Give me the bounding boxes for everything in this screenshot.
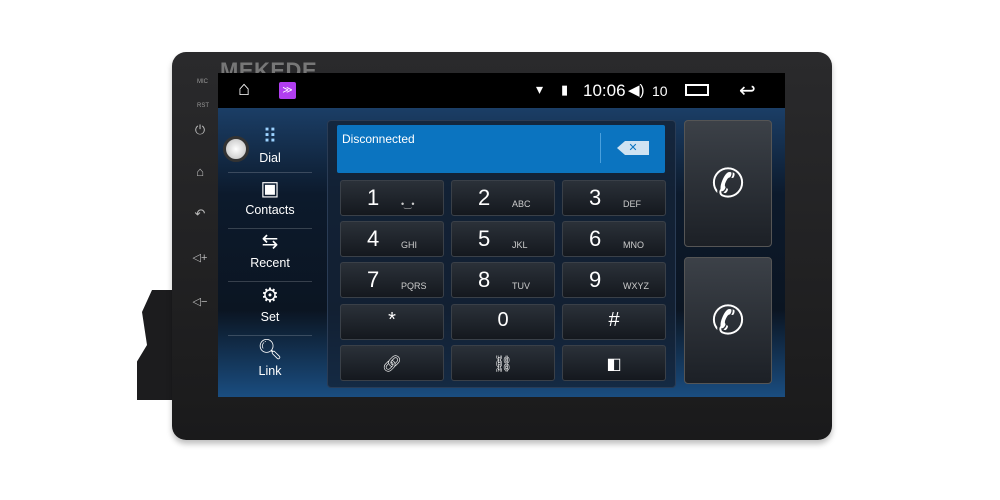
call-icon: ✆ <box>711 162 745 206</box>
sidebar-item-label: Link <box>258 364 282 378</box>
dialer-app: ⠿ Dial ▣ Contacts ⇆ Recent ⚙ Set 🔍︎ Link Disc… <box>218 108 785 397</box>
key-3[interactable]: 3 DEF <box>562 180 666 216</box>
key-letters: PQRS <box>401 281 427 291</box>
key-7[interactable]: 7 PQRS <box>340 262 444 298</box>
sim-icon: ▮ <box>561 82 569 97</box>
dialpad-panel: Disconnected ✕ 1 •‿• 2 ABC 3 DEF 4 GHI 5 JKL 6 MNO 7… <box>327 120 676 388</box>
home-icon[interactable]: ⌂ <box>238 78 250 101</box>
key-0[interactable]: 0 <box>451 304 555 340</box>
call-button[interactable]: ✆ <box>684 120 772 247</box>
key-6[interactable]: 6 MNO <box>562 221 666 257</box>
key-4[interactable]: 4 GHI <box>340 221 444 257</box>
voice-transfer-icon: ◧ <box>606 356 622 373</box>
key-digit: 5 <box>478 226 491 251</box>
key-digit: 3 <box>589 185 602 210</box>
rst-label: RST <box>197 103 209 109</box>
sidebar-item-recent[interactable]: ⇆ Recent <box>228 230 312 282</box>
sidebar-item-link[interactable]: 🔍︎ Link <box>228 338 312 390</box>
screen: ⌂ ≫ ▾ ▮ 10:06 ◀) 10 ↩ ⠿ Dial ▣ Contacts ⇆ R… <box>218 73 785 397</box>
key-2[interactable]: 2 ABC <box>451 180 555 216</box>
key-letters: JKL <box>512 240 528 250</box>
sidebar-item-contacts[interactable]: ▣ Contacts <box>228 177 312 229</box>
sidebar-item-label: Set <box>260 310 280 324</box>
mic-label: MIC <box>197 79 208 85</box>
clock: 10:06 <box>583 81 626 100</box>
key-digit: 4 <box>367 226 380 251</box>
contacts-icon: ▣ <box>260 178 280 200</box>
key-5[interactable]: 5 JKL <box>451 221 555 257</box>
search-icon: 🔍︎ <box>257 339 283 361</box>
gear-icon: ⚙ <box>261 285 279 307</box>
status-bar: ⌂ ≫ ▾ ▮ 10:06 ◀) 10 ↩ <box>218 73 785 108</box>
key-#[interactable]: # <box>562 304 666 340</box>
key-digit: 6 <box>589 226 602 251</box>
back-icon[interactable]: ↶ <box>192 206 208 222</box>
hangup-icon: ✆ <box>711 299 745 343</box>
dialpad-icon: ⠿ <box>262 126 278 148</box>
key-digit: # <box>608 309 620 331</box>
link-icon: 🔗︎ <box>381 356 403 373</box>
key-*[interactable]: * <box>340 304 444 340</box>
volume-level: 10 <box>652 83 668 99</box>
key-letters: MNO <box>623 240 644 250</box>
key-1[interactable]: 1 •‿• <box>340 180 444 216</box>
wifi-icon: ▾ <box>536 81 544 97</box>
backspace-button[interactable]: ✕ <box>617 141 649 155</box>
key-8[interactable]: 8 TUV <box>451 262 555 298</box>
recent-calls-icon: ⇆ <box>261 231 279 253</box>
sidebar-item-label: Recent <box>250 256 290 270</box>
key-digit: 9 <box>589 267 602 292</box>
recent-apps-icon[interactable] <box>685 84 709 96</box>
sidebar-item-label: Contacts <box>245 203 295 217</box>
app-icon[interactable]: ≫ <box>279 82 296 99</box>
volume-icon: ◀) <box>628 82 645 99</box>
unlink-button[interactable]: ⛓︎ <box>451 345 555 381</box>
key-letters: ABC <box>512 199 531 209</box>
sidebar-item-set[interactable]: ⚙ Set <box>228 284 312 336</box>
link-button[interactable]: 🔗︎ <box>340 345 444 381</box>
key-digit: * <box>388 309 396 331</box>
key-digit: 8 <box>478 267 491 292</box>
key-digit: 0 <box>497 309 509 331</box>
key-letters: GHI <box>401 240 418 250</box>
number-display: Disconnected ✕ <box>337 125 665 173</box>
key-digit: 2 <box>478 185 491 210</box>
volume-down-icon[interactable]: ◁− <box>192 295 208 308</box>
hangup-button[interactable]: ✆ <box>684 257 772 384</box>
key-letters: TUV <box>512 281 530 291</box>
connection-status: Disconnected <box>342 132 415 146</box>
voice-transfer-button[interactable]: ◧ <box>562 345 666 381</box>
key-letters: •‿• <box>401 199 415 209</box>
sidebar-item-dial[interactable]: ⠿ Dial <box>228 125 312 173</box>
power-icon[interactable]: ⏻ <box>192 122 208 138</box>
unlink-icon: ⛓︎ <box>492 356 514 373</box>
key-digit: 7 <box>367 267 380 292</box>
back-icon[interactable]: ↩ <box>739 78 756 103</box>
key-letters: DEF <box>623 199 641 209</box>
sidebar-item-label: Dial <box>259 151 281 165</box>
key-9[interactable]: 9 WXYZ <box>562 262 666 298</box>
home-icon[interactable]: ⌂ <box>192 164 208 179</box>
key-letters: WXYZ <box>623 281 649 291</box>
volume-up-icon[interactable]: ◁+ <box>192 251 208 264</box>
key-digit: 1 <box>367 185 380 210</box>
